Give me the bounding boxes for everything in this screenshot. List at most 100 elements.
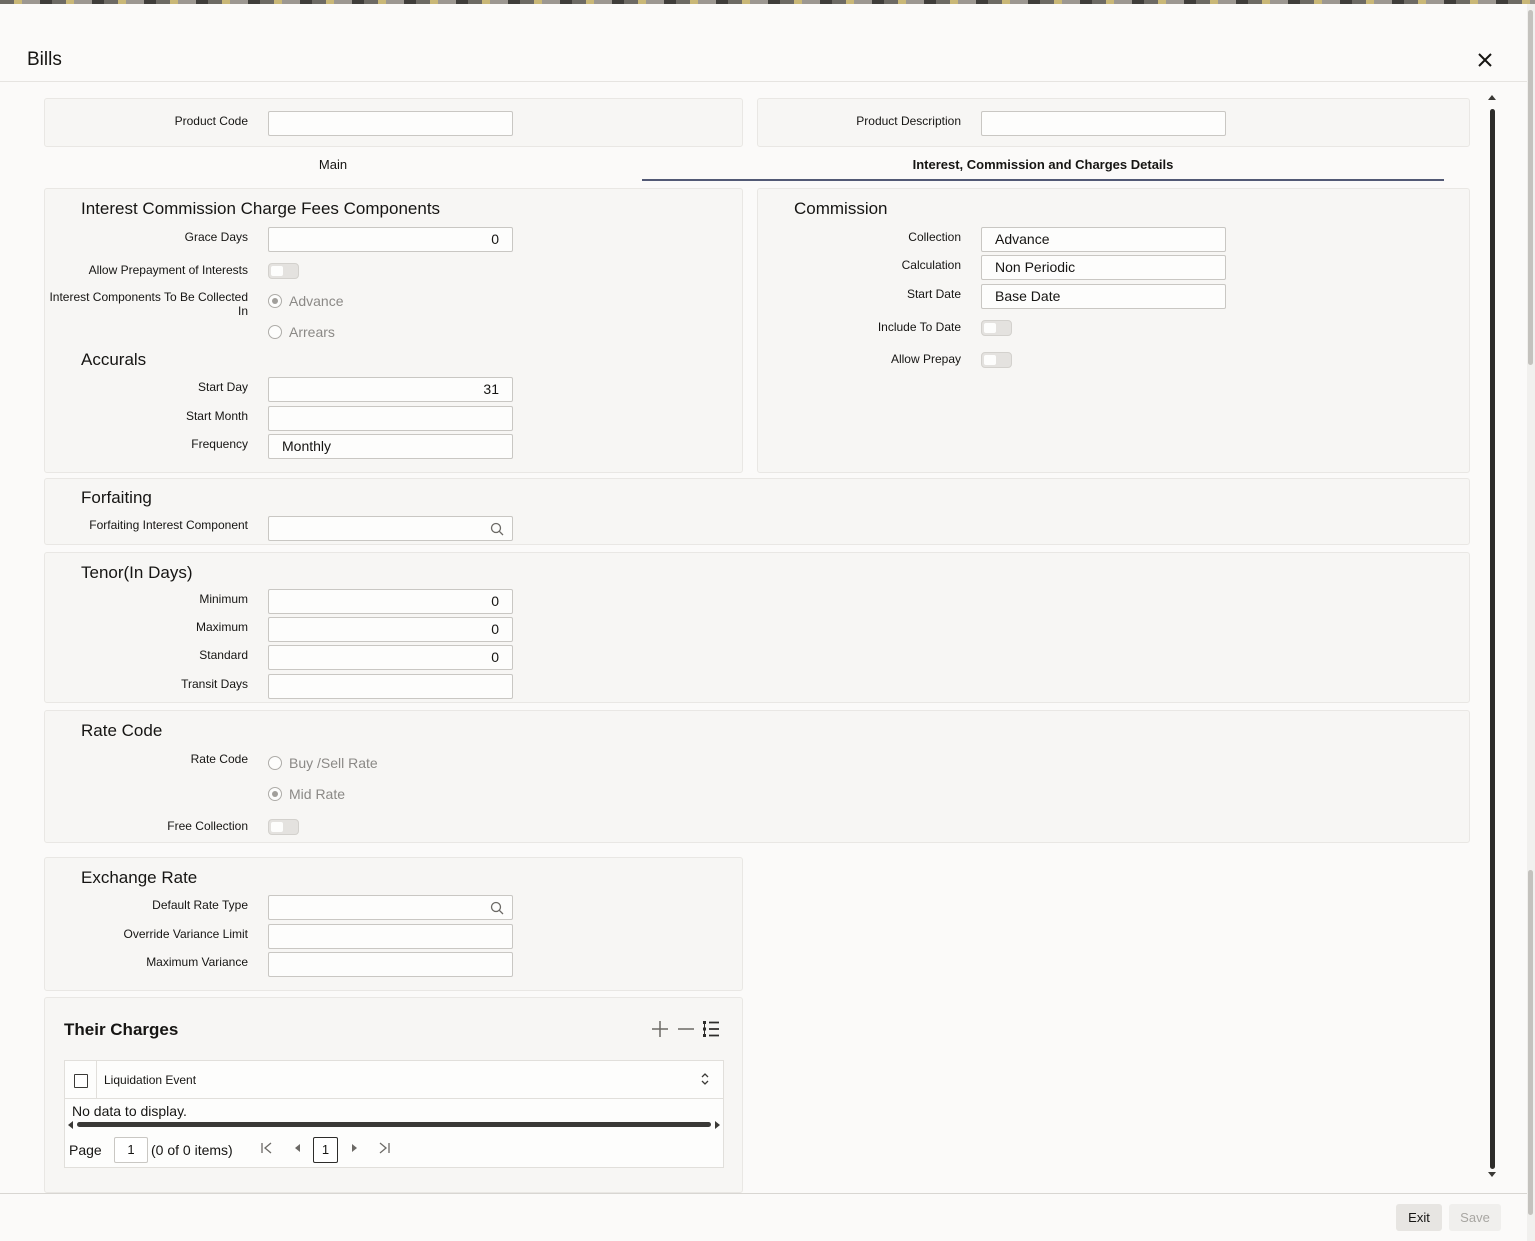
commission-title: Commission [794,199,888,218]
list-details-icon[interactable] [701,1019,721,1039]
collected-in-label: Interest Components To Be Collected In [49,290,248,318]
previous-page-icon[interactable] [291,1141,305,1155]
radio-arrears-label: Arrears [289,324,335,340]
start-month-input[interactable] [268,406,513,431]
tab-main[interactable]: Main [44,157,622,172]
window-title: Bills [27,49,62,70]
form-scroll-area[interactable]: Product Code Product Description Main In… [0,83,1527,1193]
liquidation-event-column-header[interactable]: Liquidation Event [104,1073,196,1087]
footer-bar: Exit Save [0,1193,1527,1241]
tenor-maximum-input[interactable]: 0 [268,617,513,642]
sort-icon[interactable] [699,1071,711,1087]
override-variance-input[interactable] [268,924,513,949]
maximum-variance-input[interactable] [268,952,513,977]
tenor-minimum-input[interactable]: 0 [268,589,513,614]
search-icon[interactable] [490,901,504,915]
product-code-input[interactable] [268,111,513,136]
tab-interest-commission-charges[interactable]: Interest, Commission and Charges Details [642,157,1444,172]
start-month-label: Start Month [185,409,248,423]
their-charges-title: Their Charges [64,1020,179,1039]
forfaiting-panel [44,478,1470,545]
horizontal-scrollbar[interactable] [77,1122,711,1127]
allow-prepay-toggle[interactable] [981,352,1012,368]
grace-days-input[interactable]: 0 [268,227,513,252]
frequency-label: Frequency [191,437,248,451]
scroll-left-icon[interactable] [67,1121,75,1129]
remove-row-icon[interactable] [676,1019,696,1039]
product-description-input[interactable] [981,111,1226,136]
next-page-icon[interactable] [347,1141,361,1155]
pagination-bar: Page 1 (0 of 0 items) 1 [65,1133,723,1167]
collection-select[interactable]: Advance [981,227,1226,252]
bills-window: Bills Product Code Product Description M… [0,4,1527,1241]
calculation-select[interactable]: Non Periodic [981,255,1226,280]
page-input[interactable]: 1 [114,1137,148,1163]
radio-advance-dot [268,294,282,308]
scroll-right-icon[interactable] [713,1121,721,1129]
close-button[interactable] [1474,49,1496,71]
transit-days-input[interactable] [268,674,513,699]
tenor-standard-input[interactable]: 0 [268,645,513,670]
include-to-date-label: Include To Date [877,320,961,334]
icfc-title: Interest Commission Charge Fees Componen… [81,199,441,218]
free-collection-toggle[interactable] [268,819,299,835]
radio-buy-sell-dot [268,756,282,770]
radio-arrears-dot [268,325,282,339]
forfaiting-interest-label: Forfaiting Interest Component [89,518,248,532]
forfaiting-interest-input[interactable] [268,516,513,541]
exit-button[interactable]: Exit [1396,1204,1442,1231]
allow-prepay-label: Allow Prepay [890,352,961,366]
save-button[interactable]: Save [1449,1204,1501,1231]
start-day-input[interactable]: 31 [268,377,513,402]
first-page-icon[interactable] [260,1141,274,1155]
radio-buy-sell-label: Buy /Sell Rate [289,755,378,771]
default-rate-type-input[interactable] [268,895,513,920]
rate-code-title: Rate Code [81,721,163,740]
start-date-select[interactable]: Base Date [981,284,1226,309]
start-day-label: Start Day [197,380,248,394]
exchange-rate-title: Exchange Rate [81,868,198,887]
maximum-variance-label: Maximum Variance [146,955,248,969]
radio-arrears[interactable]: Arrears [268,324,335,340]
tenor-standard-label: Standard [199,648,248,662]
product-code-label: Product Code [174,114,248,128]
page-scrollbar-thumb-lower[interactable] [1528,870,1533,1215]
grace-days-label: Grace Days [184,230,248,244]
radio-mid-rate-label: Mid Rate [289,786,346,802]
tenor-maximum-label: Maximum [195,620,248,634]
collection-label: Collection [908,230,961,244]
rate-code-label: Rate Code [190,752,248,766]
table-header: Liquidation Event [65,1061,723,1099]
column-separator [96,1061,97,1099]
select-all-checkbox[interactable] [74,1074,88,1088]
current-page-button[interactable]: 1 [313,1137,338,1163]
tenor-title: Tenor(In Days) [81,563,193,582]
items-count: (0 of 0 items) [151,1142,233,1158]
active-tab-indicator [642,179,1444,181]
radio-advance-label: Advance [289,293,344,309]
radio-advance[interactable]: Advance [268,293,343,309]
rate-code-panel [44,710,1470,843]
scroll-down-arrow-icon[interactable] [1488,1172,1496,1177]
allow-prepayment-toggle[interactable] [268,263,299,279]
vertical-scrollbar[interactable] [1490,109,1495,1169]
add-row-icon[interactable] [650,1019,670,1039]
scroll-up-arrow-icon[interactable] [1488,95,1496,100]
product-description-label: Product Description [856,114,961,128]
window-header: Bills [0,4,1527,82]
transit-days-label: Transit Days [181,677,248,691]
include-to-date-toggle[interactable] [981,320,1012,336]
tenor-minimum-label: Minimum [199,592,248,606]
accruals-title: Accurals [81,350,147,369]
calculation-label: Calculation [901,258,961,272]
override-variance-label: Override Variance Limit [123,927,249,941]
last-page-icon[interactable] [377,1141,391,1155]
close-icon [1478,53,1492,67]
their-charges-table: Liquidation Event No data to display. Pa… [64,1060,724,1168]
radio-buy-sell-rate[interactable]: Buy /Sell Rate [268,755,378,771]
page-scrollbar-thumb[interactable] [1528,10,1533,365]
search-icon[interactable] [490,522,504,536]
frequency-select[interactable]: Monthly [268,434,513,459]
radio-mid-rate[interactable]: Mid Rate [268,786,345,802]
tenor-panel [44,552,1470,703]
